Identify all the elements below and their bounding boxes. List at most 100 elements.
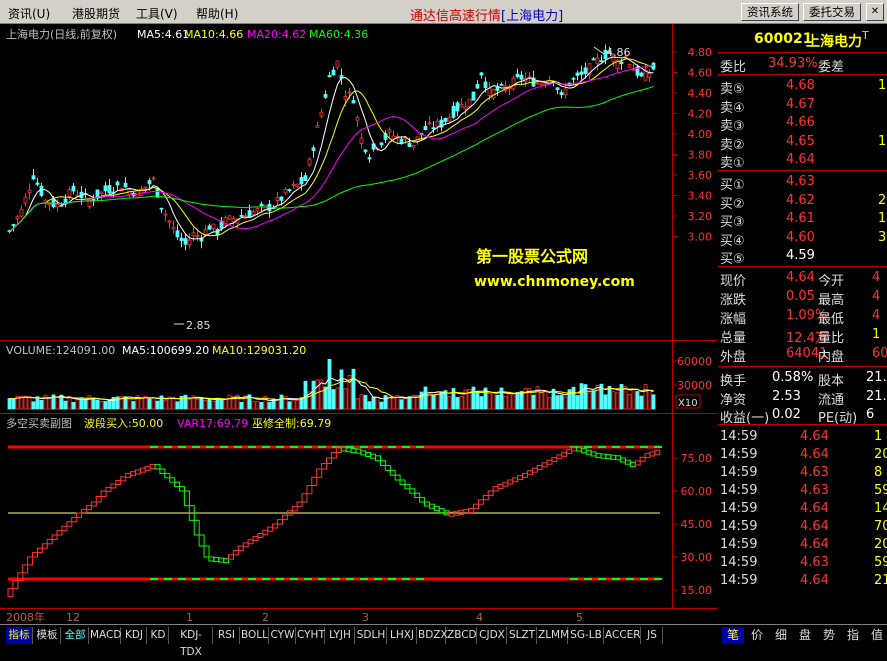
menu-help[interactable]: 帮助(H) [196, 5, 238, 22]
volume-bar [175, 401, 180, 410]
tab-zlmm[interactable]: ZLMM [538, 627, 569, 644]
y-tick-main: 3.60 [688, 169, 713, 182]
right-tab-0[interactable]: 笔 [722, 627, 744, 644]
y-tick-main: 3.20 [688, 210, 713, 223]
bid-row: 买⑤ 4.59 [718, 247, 887, 267]
volume-bar [623, 386, 628, 410]
menu-tools[interactable]: 工具(V) [136, 5, 178, 22]
volume-bar [147, 398, 152, 410]
volume-bar [279, 394, 284, 410]
y-tick-volume: 60000 [677, 355, 712, 368]
volume-bar [391, 396, 396, 410]
volume-bar [403, 398, 408, 410]
trade-button[interactable]: 委托交易 [803, 3, 861, 21]
stat2-row: 收益(一) 0.02 PE(动) 6 [718, 406, 887, 426]
bid-row: 买② 4.62 2 [718, 192, 887, 212]
close-icon[interactable]: ✕ [866, 3, 884, 21]
stat-row: 外盘 64041 内盘 60 [718, 345, 887, 365]
stat-row: 总量 12.4万 量比 1 [718, 326, 887, 346]
right-tab-4[interactable]: 势 [818, 627, 840, 644]
candle-body [303, 175, 308, 182]
volume-bar [651, 394, 656, 410]
candle-body [55, 204, 60, 208]
tick-price: 4.63 [800, 555, 829, 570]
volume-bar [267, 402, 272, 410]
candle-body [227, 215, 232, 220]
volume-bar [507, 393, 512, 410]
tab-kd[interactable]: KD [148, 627, 169, 644]
volume-bar [379, 401, 384, 410]
volume-bar [627, 393, 632, 410]
stat-label-2: 今开 [818, 274, 845, 289]
candle-body [231, 218, 236, 223]
right-tab-5[interactable]: 指 [842, 627, 864, 644]
volume-bar [355, 398, 360, 410]
high-price-label: 4.86 [606, 46, 631, 59]
volume-bar [399, 399, 404, 410]
tab-accer[interactable]: ACCER [605, 627, 641, 644]
volume-bar [383, 395, 388, 410]
candle-body [299, 177, 304, 185]
stock-name: 上海电力 [806, 34, 862, 50]
volume-bar [295, 399, 300, 410]
right-tab-6[interactable]: 值 [866, 627, 887, 644]
tab-slzt[interactable]: SLZT [508, 627, 537, 644]
stat-value-2: 1 [872, 327, 881, 342]
tab-cyht[interactable]: CYHT [297, 627, 325, 644]
tab-macd[interactable]: MACD [90, 627, 121, 644]
candle-body [583, 67, 588, 74]
volume-bar [531, 394, 536, 410]
volume-bar [455, 397, 460, 410]
app-subtitle: [上海电力] [501, 9, 564, 24]
volume-bar [591, 390, 596, 410]
candle-body [323, 94, 328, 98]
tab-模板[interactable]: 模板 [34, 627, 61, 644]
stat-row: 现价 4.64 今开 4 [718, 269, 887, 289]
tab-rsi[interactable]: RSI [214, 627, 240, 644]
tab-sdlh[interactable]: SDLH [356, 627, 387, 644]
tab-js[interactable]: JS [642, 627, 663, 644]
tab-cyw[interactable]: CYW [270, 627, 296, 644]
tab-sg-lb[interactable]: SG-LB [569, 627, 604, 644]
right-tab-2[interactable]: 细 [770, 627, 792, 644]
volume-bar [47, 397, 52, 410]
tab-指标[interactable]: 指标 [6, 627, 33, 644]
menu-hk-futures[interactable]: 港股期货 [72, 5, 120, 22]
tab-zbcd[interactable]: ZBCD [447, 627, 477, 644]
info-system-button[interactable]: 资讯系统 [741, 3, 799, 21]
candle-body [99, 191, 104, 195]
tick-volume: 59 [874, 483, 887, 498]
bid-row: 买① 4.63 [718, 173, 887, 193]
candle-body [343, 96, 348, 100]
tick-row: 14:59 4.64 214 [718, 572, 887, 590]
ask-label: 卖⑤ [720, 82, 745, 97]
right-tab-1[interactable]: 价 [746, 627, 768, 644]
menu-info[interactable]: 资讯(U) [8, 5, 50, 22]
tab-lyjh[interactable]: LYJH [326, 627, 355, 644]
stat-label: 涨幅 [720, 312, 747, 327]
tab-kdj[interactable]: KDJ [122, 627, 147, 644]
stat2-value-2: 21. [866, 388, 887, 404]
tab-bdzx[interactable]: BDZX [418, 627, 448, 644]
volume-bar [571, 386, 576, 410]
stock-flag: T [862, 29, 869, 42]
chart-area[interactable]: 4.80 4.60 4.40 4.20 4.00 3.80 3.60 3.40 3.20 3.00… [0, 24, 717, 624]
tab-lhxj[interactable]: LHXJ [388, 627, 417, 644]
tab-boll[interactable]: BOLL [241, 627, 269, 644]
volume-bar [351, 368, 356, 410]
right-tab-3[interactable]: 盘 [794, 627, 816, 644]
stat2-value: 0.02 [772, 407, 801, 423]
candle-body [179, 237, 184, 242]
candle-body [535, 82, 540, 85]
tab-kdj-tdx[interactable]: KDJ-TDX [170, 627, 213, 658]
tab-全部[interactable]: 全部 [62, 627, 89, 644]
volume-bar [291, 399, 296, 410]
volume-bar [95, 399, 100, 410]
volume-bar [639, 395, 644, 410]
volume-bar [615, 392, 620, 410]
stock-title: 600021 上海电力 T [718, 29, 887, 50]
candle-body [175, 230, 180, 238]
volume-bar [43, 394, 48, 410]
tab-cjdx[interactable]: CJDX [478, 627, 507, 644]
y-tick-main: 3.80 [688, 149, 713, 162]
